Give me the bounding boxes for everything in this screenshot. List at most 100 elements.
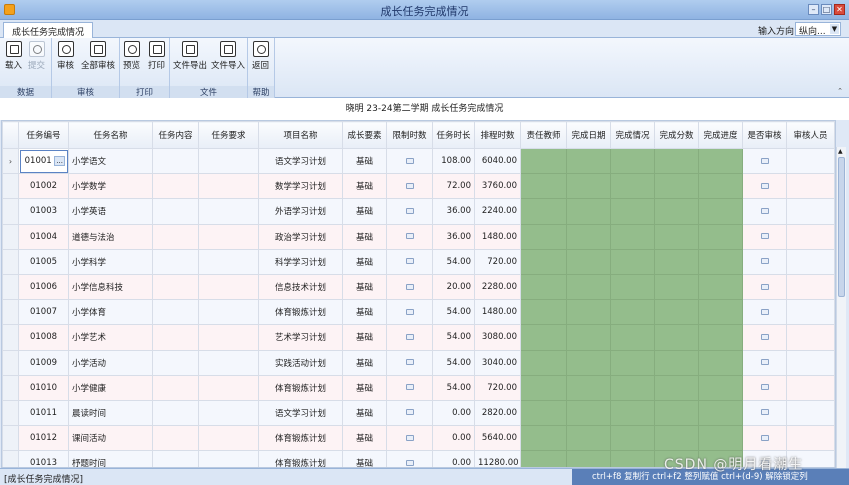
growth-element-cell[interactable]: 基础 — [342, 374, 387, 401]
reviewed-checkbox[interactable] — [742, 273, 787, 301]
teacher-cell[interactable] — [520, 299, 567, 326]
task-content-cell[interactable] — [152, 248, 199, 275]
checkbox-icon[interactable] — [405, 409, 414, 416]
completion-progress-cell[interactable] — [698, 273, 743, 301]
limit-hours-checkbox[interactable] — [386, 147, 433, 175]
limit-hours-checkbox[interactable] — [386, 399, 433, 427]
completion-score-cell[interactable] — [654, 273, 699, 301]
reviewer-cell[interactable] — [786, 349, 835, 376]
reviewer-cell[interactable] — [786, 425, 835, 452]
teacher-cell[interactable] — [520, 248, 567, 275]
row-header[interactable] — [2, 198, 19, 225]
completion-progress-cell[interactable] — [698, 425, 743, 452]
completion-date-cell[interactable] — [566, 147, 611, 175]
completion-progress-cell[interactable] — [698, 399, 743, 427]
row-header[interactable] — [2, 248, 19, 275]
cell-edit-ellipsis[interactable]: ... — [54, 156, 65, 167]
row-header[interactable] — [2, 399, 19, 427]
table-row[interactable]: 01004 道德与法治 政治学习计划 基础 36.00 1480.00 — [2, 223, 835, 250]
reviewer-cell[interactable] — [786, 273, 835, 301]
completion-date-cell[interactable] — [566, 324, 611, 351]
completion-status-cell[interactable] — [610, 450, 655, 467]
completion-status-cell[interactable] — [610, 324, 655, 351]
task-name-cell[interactable]: 小学英语 — [68, 198, 153, 225]
checkbox-icon[interactable] — [405, 207, 414, 214]
minimize-button[interactable]: – — [808, 4, 819, 15]
completion-status-cell[interactable] — [610, 198, 655, 225]
task-name-cell[interactable]: 杼题时间 — [68, 450, 153, 467]
task-id-cell[interactable]: 01002 — [18, 173, 69, 200]
task-id-cell[interactable]: 01001... — [18, 147, 69, 175]
task-hours-cell[interactable]: 20.00 — [432, 273, 475, 301]
reviewer-cell[interactable] — [786, 399, 835, 427]
project-name-cell[interactable]: 信息技术计划 — [258, 273, 343, 301]
row-header[interactable] — [2, 223, 19, 250]
task-name-cell[interactable]: 小学艺术 — [68, 324, 153, 351]
checkbox-icon[interactable] — [760, 157, 769, 164]
task-hours-cell[interactable]: 54.00 — [432, 374, 475, 401]
reviewed-checkbox[interactable] — [742, 299, 787, 326]
task-hours-cell[interactable]: 0.00 — [432, 450, 475, 467]
task-name-cell[interactable]: 道德与法治 — [68, 223, 153, 250]
growth-element-cell[interactable]: 基础 — [342, 273, 387, 301]
checkbox-icon[interactable] — [760, 207, 769, 214]
teacher-cell[interactable] — [520, 198, 567, 225]
table-row[interactable]: 01003 小学英语 外语学习计划 基础 36.00 2240.00 — [2, 198, 835, 225]
reviewed-checkbox[interactable] — [742, 349, 787, 376]
growth-element-cell[interactable]: 基础 — [342, 399, 387, 427]
project-name-cell[interactable]: 科学学习计划 — [258, 248, 343, 275]
tab-growth-task[interactable]: 成长任务完成情况 — [3, 22, 94, 39]
scheduled-hours-cell[interactable]: 3040.00 — [474, 349, 521, 376]
completion-date-cell[interactable] — [566, 374, 611, 401]
task-name-cell[interactable]: 小学体育 — [68, 299, 153, 326]
limit-hours-checkbox[interactable] — [386, 425, 433, 452]
review-all-button[interactable]: 全部审核 — [81, 41, 115, 71]
column-header[interactable]: 任务要求 — [198, 121, 259, 149]
project-name-cell[interactable]: 数学学习计划 — [258, 173, 343, 200]
row-header[interactable] — [2, 273, 19, 301]
reviewed-checkbox[interactable] — [742, 399, 787, 427]
checkbox-icon[interactable] — [405, 283, 414, 290]
project-name-cell[interactable]: 语文学习计划 — [258, 399, 343, 427]
project-name-cell[interactable]: 实践活动计划 — [258, 349, 343, 376]
completion-score-cell[interactable] — [654, 349, 699, 376]
completion-progress-cell[interactable] — [698, 198, 743, 225]
completion-status-cell[interactable] — [610, 349, 655, 376]
preview-button[interactable]: 预览 — [123, 41, 140, 71]
project-name-cell[interactable]: 政治学习计划 — [258, 223, 343, 250]
task-requirement-cell[interactable] — [198, 223, 259, 250]
reviewed-checkbox[interactable] — [742, 425, 787, 452]
table-row[interactable]: 01002 小学数学 数学学习计划 基础 72.00 3760.00 — [2, 173, 835, 200]
task-requirement-cell[interactable] — [198, 173, 259, 200]
project-name-cell[interactable]: 语文学习计划 — [258, 147, 343, 175]
column-header[interactable]: 完成日期 — [566, 121, 611, 149]
reviewed-checkbox[interactable] — [742, 374, 787, 401]
task-requirement-cell[interactable] — [198, 248, 259, 275]
limit-hours-checkbox[interactable] — [386, 324, 433, 351]
column-header[interactable]: 完成情况 — [610, 121, 655, 149]
close-button[interactable]: ✕ — [834, 4, 845, 15]
growth-element-cell[interactable]: 基础 — [342, 147, 387, 175]
limit-hours-checkbox[interactable] — [386, 273, 433, 301]
reviewer-cell[interactable] — [786, 374, 835, 401]
return-button[interactable]: 返回 — [252, 41, 269, 71]
reviewer-cell[interactable] — [786, 198, 835, 225]
project-name-cell[interactable]: 体育锻炼计划 — [258, 299, 343, 326]
row-header[interactable] — [2, 299, 19, 326]
task-id-cell[interactable]: 01007 — [18, 299, 69, 326]
row-header[interactable] — [2, 324, 19, 351]
reviewed-checkbox[interactable] — [742, 248, 787, 275]
reviewed-checkbox[interactable] — [742, 223, 787, 250]
teacher-cell[interactable] — [520, 425, 567, 452]
task-hours-cell[interactable]: 54.00 — [432, 248, 475, 275]
completion-status-cell[interactable] — [610, 399, 655, 427]
table-row[interactable]: 01008 小学艺术 艺术学习计划 基础 54.00 3080.00 — [2, 324, 835, 351]
growth-element-cell[interactable]: 基础 — [342, 450, 387, 467]
checkbox-icon[interactable] — [405, 434, 414, 441]
scheduled-hours-cell[interactable]: 1480.00 — [474, 299, 521, 326]
reviewed-checkbox[interactable] — [742, 147, 787, 175]
completion-date-cell[interactable] — [566, 198, 611, 225]
file-export-button[interactable]: 文件导出 — [173, 41, 207, 71]
completion-progress-cell[interactable] — [698, 349, 743, 376]
table-row[interactable]: 01009 小学活动 实践活动计划 基础 54.00 3040.00 — [2, 349, 835, 376]
